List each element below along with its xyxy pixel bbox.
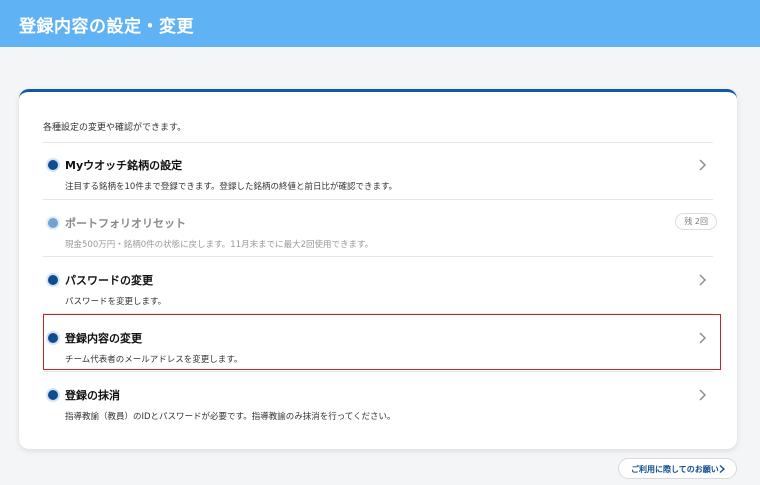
menu-item-watchlist[interactable]: Myウオッチ銘柄の設定 注目する銘柄を10件まで登録できます。登録した銘柄の終値… bbox=[43, 147, 721, 201]
divider bbox=[43, 199, 713, 200]
divider bbox=[43, 142, 713, 143]
menu-item-delete-registration[interactable]: 登録の抹消 指導教諭（教員）のIDとパスワードが必要です。指導教諭のみ抹消を行っ… bbox=[43, 377, 721, 431]
page-title: 登録内容の設定・変更 bbox=[19, 17, 194, 37]
menu-item-title: ポートフォリオリセット bbox=[65, 217, 186, 230]
menu-item-title: 登録の抹消 bbox=[65, 389, 120, 402]
remaining-count-badge: 残 2回 bbox=[675, 213, 717, 230]
menu-item-title: パスワードの変更 bbox=[65, 274, 153, 287]
menu-item-password[interactable]: パスワードの変更 パスワードを変更します。 bbox=[43, 262, 721, 316]
chevron-right-icon bbox=[699, 159, 706, 171]
intro-text: 各種設定の変更や確認ができます。 bbox=[43, 123, 187, 133]
menu-item-description: 指導教諭（教員）のIDとパスワードが必要です。指導教諭のみ抹消を行ってください。 bbox=[65, 412, 396, 422]
chevron-right-icon bbox=[699, 332, 706, 344]
bullet-dot-icon bbox=[48, 275, 58, 285]
divider bbox=[43, 371, 713, 372]
menu-item-description: 現金500万円・銘柄0件の状態に戻します。11月末までに最大2回使用できます。 bbox=[65, 240, 374, 250]
menu-item-portfolio-reset[interactable]: ポートフォリオリセット 現金500万円・銘柄0件の状態に戻します。11月末までに… bbox=[43, 205, 721, 259]
bullet-dot-icon bbox=[48, 333, 58, 343]
menu-item-title: Myウオッチ銘柄の設定 bbox=[65, 159, 183, 172]
chevron-right-icon bbox=[699, 389, 706, 401]
menu-item-description: パスワードを変更します。 bbox=[65, 297, 167, 307]
bullet-dot-icon bbox=[48, 390, 58, 400]
page-header: 登録内容の設定・変更 bbox=[0, 0, 760, 47]
chevron-right-icon bbox=[719, 465, 725, 473]
divider bbox=[43, 313, 713, 314]
settings-card: 各種設定の変更や確認ができます。 Myウオッチ銘柄の設定 注目する銘柄を10件ま… bbox=[19, 89, 737, 449]
menu-item-registration[interactable]: 登録内容の変更 チーム代表者のメールアドレスを変更します。 bbox=[43, 320, 721, 374]
menu-item-title: 登録内容の変更 bbox=[65, 332, 142, 345]
usage-guide-label: ご利用に際してのお願い bbox=[631, 465, 719, 474]
menu-item-description: 注目する銘柄を10件まで登録できます。登録した銘柄の終値と前日比が確認できます。 bbox=[65, 182, 398, 192]
usage-guide-button[interactable]: ご利用に際してのお願い bbox=[618, 458, 737, 479]
chevron-right-icon bbox=[699, 274, 706, 286]
divider bbox=[43, 256, 713, 257]
menu-item-description: チーム代表者のメールアドレスを変更します。 bbox=[65, 355, 243, 365]
bullet-dot-icon bbox=[48, 218, 58, 228]
bullet-dot-icon bbox=[48, 160, 58, 170]
